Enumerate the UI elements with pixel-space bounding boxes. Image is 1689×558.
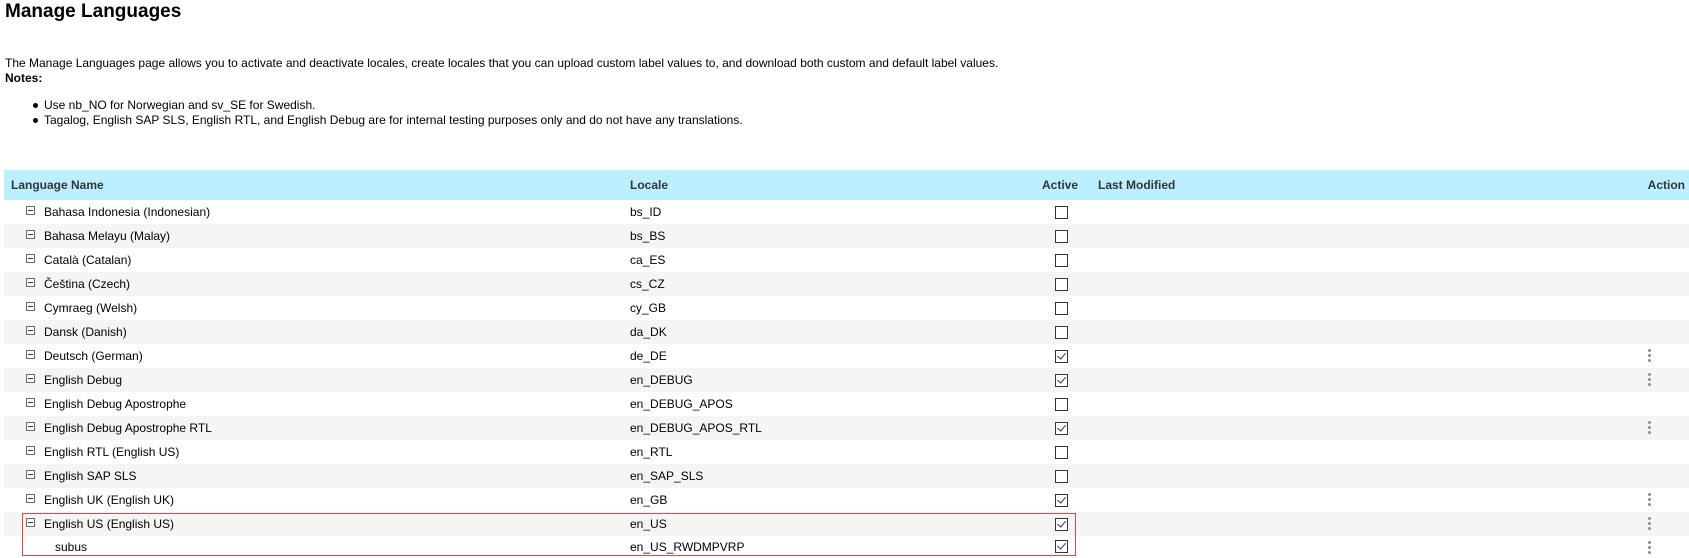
active-checkbox[interactable]: [1055, 302, 1068, 315]
locale-cell: ca_ES: [630, 253, 666, 267]
active-checkbox[interactable]: [1055, 494, 1068, 507]
active-checkbox[interactable]: [1055, 350, 1068, 363]
active-checkbox[interactable]: [1055, 374, 1068, 387]
column-header-action: Action: [1647, 178, 1685, 192]
locale-cell: bs_ID: [630, 205, 662, 219]
table-row: Bahasa Melayu (Malay) bs_BS: [4, 224, 1689, 248]
table-row: Dansk (Danish) da_DK: [4, 320, 1689, 344]
table-row: Deutsch (German) de_DE: [4, 344, 1689, 368]
languages-table: Language Name Locale Active Last Modifie…: [4, 170, 1689, 557]
table-row: English US (English US) en_US: [4, 512, 1689, 536]
column-header-active[interactable]: Active: [1042, 170, 1078, 200]
collapse-square-icon[interactable]: [26, 518, 35, 527]
locale-cell: en_DEBUG: [630, 373, 693, 387]
table-row: Català (Catalan) ca_ES: [4, 248, 1689, 272]
collapse-square-icon[interactable]: [26, 398, 35, 407]
notes-label: Notes:: [5, 71, 43, 85]
table-header: Language Name Locale Active Last Modifie…: [4, 170, 1689, 200]
notes-list: Use nb_NO for Norwegian and sv_SE for Sw…: [30, 98, 743, 128]
active-checkbox[interactable]: [1055, 470, 1068, 483]
vertical-ellipsis-icon[interactable]: [1648, 348, 1652, 362]
language-name-cell: Bahasa Indonesia (Indonesian): [44, 205, 211, 219]
active-checkbox[interactable]: [1055, 254, 1068, 267]
language-name-cell: English SAP SLS: [44, 469, 137, 483]
active-checkbox[interactable]: [1055, 206, 1068, 219]
locale-cell: de_DE: [630, 349, 667, 363]
locale-cell: en_RTL: [630, 445, 673, 459]
collapse-square-icon[interactable]: [26, 374, 35, 383]
table-row: Čeština (Czech) cs_CZ: [4, 272, 1689, 296]
language-name-cell: Dansk (Danish): [44, 325, 127, 339]
column-header-last-modified[interactable]: Last Modified: [1098, 170, 1175, 200]
language-name-cell: English Debug: [44, 373, 123, 387]
collapse-square-icon[interactable]: [26, 230, 35, 239]
language-name-cell: Cymraeg (Welsh): [44, 301, 138, 315]
active-checkbox[interactable]: [1055, 230, 1068, 243]
locale-cell: en_GB: [630, 493, 668, 507]
column-header-locale[interactable]: Locale: [630, 170, 668, 200]
locale-cell: cy_GB: [630, 301, 667, 315]
locale-cell: cs_CZ: [630, 277, 665, 291]
locale-cell: en_SAP_SLS: [630, 469, 704, 483]
language-name-cell: English US (English US): [44, 517, 175, 531]
column-header-language-name[interactable]: Language Name: [11, 170, 104, 200]
collapse-square-icon[interactable]: [26, 326, 35, 335]
vertical-ellipsis-icon[interactable]: [1648, 540, 1652, 554]
locale-cell: en_US_RWDMPVRP: [630, 540, 745, 554]
collapse-square-icon[interactable]: [26, 206, 35, 215]
active-checkbox[interactable]: [1055, 398, 1068, 411]
locale-cell: da_DK: [630, 325, 667, 339]
active-checkbox[interactable]: [1055, 446, 1068, 459]
locale-cell: en_DEBUG_APOS_RTL: [630, 421, 762, 435]
collapse-square-icon[interactable]: [26, 446, 35, 455]
active-checkbox[interactable]: [1055, 518, 1068, 531]
table-row: English Debug Apostrophe en_DEBUG_APOS: [4, 392, 1689, 416]
table-row: English Debug Apostrophe RTL en_DEBUG_APO…: [4, 416, 1689, 440]
locale-cell: en_DEBUG_APOS: [630, 397, 733, 411]
language-name-cell: English Debug Apostrophe RTL: [44, 421, 212, 435]
table-row: Cymraeg (Welsh) cy_GB: [4, 296, 1689, 320]
collapse-square-icon[interactable]: [26, 302, 35, 311]
active-checkbox[interactable]: [1055, 278, 1068, 291]
collapse-square-icon[interactable]: [26, 254, 35, 263]
language-name-cell: English UK (English UK): [44, 493, 175, 507]
vertical-ellipsis-icon[interactable]: [1648, 420, 1652, 434]
active-checkbox[interactable]: [1055, 422, 1068, 435]
locale-cell: en_US: [630, 517, 667, 531]
page-title: Manage Languages: [5, 1, 182, 22]
table-row: Bahasa Indonesia (Indonesian) bs_ID: [4, 200, 1689, 224]
collapse-square-icon[interactable]: [26, 470, 35, 479]
table-row: subus en_US_RWDMPVRP: [4, 536, 1689, 557]
collapse-square-icon[interactable]: [26, 350, 35, 359]
table-row: English RTL (English US) en_RTL: [4, 440, 1689, 464]
locale-cell: bs_BS: [630, 229, 666, 243]
collapse-square-icon[interactable]: [26, 422, 35, 431]
active-checkbox[interactable]: [1055, 326, 1068, 339]
note-item: Use nb_NO for Norwegian and sv_SE for Sw…: [30, 98, 743, 113]
collapse-square-icon[interactable]: [26, 278, 35, 287]
language-name-cell: subus: [55, 540, 88, 554]
collapse-square-icon[interactable]: [26, 494, 35, 503]
table-body: Bahasa Indonesia (Indonesian) bs_ID Bahasa…: [4, 200, 1689, 557]
vertical-ellipsis-icon[interactable]: [1648, 516, 1652, 530]
note-item: Tagalog, English SAP SLS, English RTL, a…: [30, 113, 743, 128]
language-name-cell: Català (Catalan): [44, 253, 132, 267]
vertical-ellipsis-icon[interactable]: [1648, 492, 1652, 506]
language-name-cell: English RTL (English US): [44, 445, 180, 459]
table-row: English Debug en_DEBUG: [4, 368, 1689, 392]
language-name-cell: Deutsch (German): [44, 349, 143, 363]
active-checkbox[interactable]: [1055, 540, 1068, 553]
page-description: The Manage Languages page allows you to …: [5, 56, 999, 70]
table-row: English UK (English UK) en_GB: [4, 488, 1689, 512]
language-name-cell: Čeština (Czech): [44, 277, 131, 291]
language-name-cell: Bahasa Melayu (Malay): [44, 229, 171, 243]
table-row: English SAP SLS en_SAP_SLS: [4, 464, 1689, 488]
language-name-cell: English Debug Apostrophe: [44, 397, 187, 411]
vertical-ellipsis-icon[interactable]: [1648, 372, 1652, 386]
